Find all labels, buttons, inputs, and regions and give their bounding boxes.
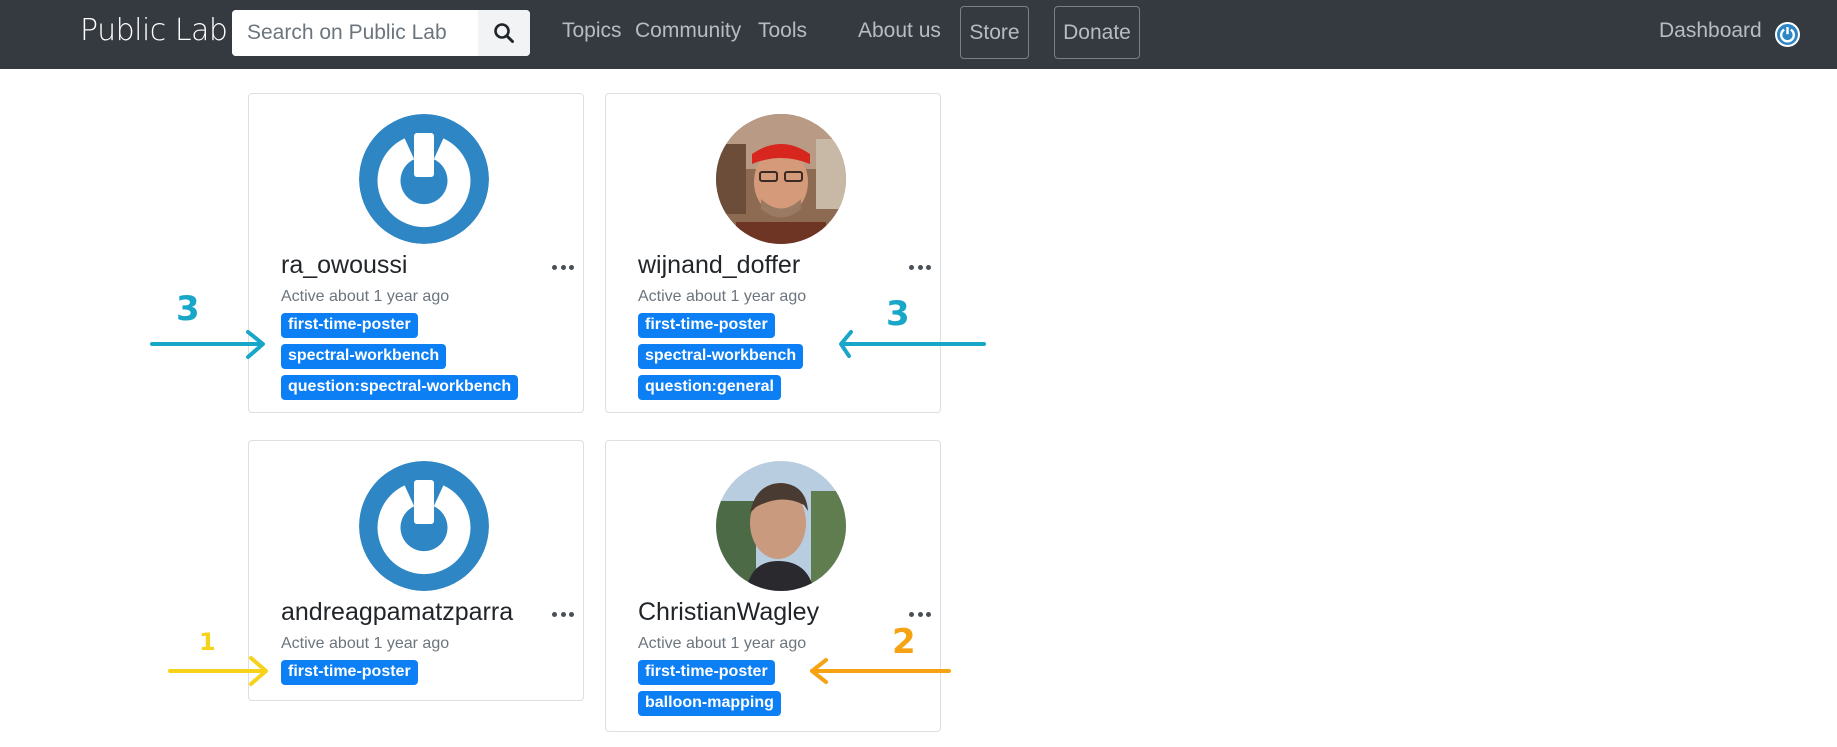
activity-status: Active about 1 year ago [281, 288, 450, 305]
nav-about-us[interactable]: About us [858, 19, 941, 43]
more-options-button[interactable] [552, 258, 574, 276]
user-avatar-menu[interactable] [1775, 22, 1800, 47]
annotation-number: 3 [886, 294, 910, 334]
username[interactable]: andreagpamatzparra [281, 598, 513, 627]
search-button[interactable] [478, 10, 530, 56]
nav-topics[interactable]: Topics [562, 19, 622, 43]
search-input[interactable] [232, 10, 478, 56]
nav-dashboard[interactable]: Dashboard [1659, 19, 1762, 43]
more-options-button[interactable] [909, 258, 931, 276]
person-photo-icon [716, 114, 846, 244]
annotation-number: 2 [892, 622, 916, 662]
more-options-button[interactable] [909, 605, 931, 623]
tag-list: first-time-poster balloon-mapping [638, 660, 781, 722]
tag-badge[interactable]: first-time-poster [638, 313, 775, 338]
annotation-number: 3 [176, 289, 200, 329]
photo-avatar[interactable] [716, 114, 846, 244]
activity-status: Active about 1 year ago [638, 635, 807, 652]
activity-status: Active about 1 year ago [638, 288, 807, 305]
more-options-button[interactable] [552, 605, 574, 623]
activity-status: Active about 1 year ago [281, 635, 450, 652]
username[interactable]: wijnand_doffer [638, 251, 800, 280]
annotation-number: 1 [199, 628, 216, 656]
tag-badge[interactable]: first-time-poster [281, 660, 418, 685]
tag-badge[interactable]: spectral-workbench [638, 344, 804, 369]
power-icon [1780, 27, 1795, 43]
nav-tools[interactable]: Tools [758, 19, 807, 43]
tag-badge[interactable]: spectral-workbench [281, 344, 447, 369]
default-power-avatar[interactable] [359, 114, 489, 244]
tag-badge[interactable]: question:spectral-workbench [281, 375, 519, 400]
donate-button[interactable]: Donate [1054, 6, 1140, 59]
tag-badge[interactable]: balloon-mapping [638, 691, 781, 716]
default-power-avatar[interactable] [359, 461, 489, 591]
search-box [232, 10, 530, 56]
username[interactable]: ra_owoussi [281, 251, 407, 280]
store-button[interactable]: Store [960, 6, 1029, 59]
tag-list: first-time-poster [281, 660, 418, 691]
tag-badge[interactable]: first-time-poster [638, 660, 775, 685]
user-card: ra_owoussi Active about 1 year ago first… [248, 93, 584, 413]
brand-logo-text[interactable]: Public Lab [80, 13, 228, 48]
user-card: andreagpamatzparra Active about 1 year a… [248, 440, 584, 701]
search-icon [494, 23, 514, 43]
username[interactable]: ChristianWagley [638, 598, 819, 627]
power-icon [359, 461, 489, 591]
tag-list: first-time-poster spectral-workbench que… [638, 313, 804, 406]
tag-list: first-time-poster spectral-workbench que… [281, 313, 519, 406]
nav-community[interactable]: Community [635, 19, 741, 43]
user-card: ChristianWagley Active about 1 year ago … [605, 440, 941, 732]
power-icon [359, 114, 489, 244]
tag-badge[interactable]: first-time-poster [281, 313, 418, 338]
person-photo-icon [716, 461, 846, 591]
top-navbar: Public Lab Topics Community Tools About … [0, 0, 1837, 69]
photo-avatar[interactable] [716, 461, 846, 591]
arrow-right-icon [150, 330, 265, 359]
tag-badge[interactable]: question:general [638, 375, 781, 400]
user-card: wijnand_doffer Active about 1 year ago f… [605, 93, 941, 413]
